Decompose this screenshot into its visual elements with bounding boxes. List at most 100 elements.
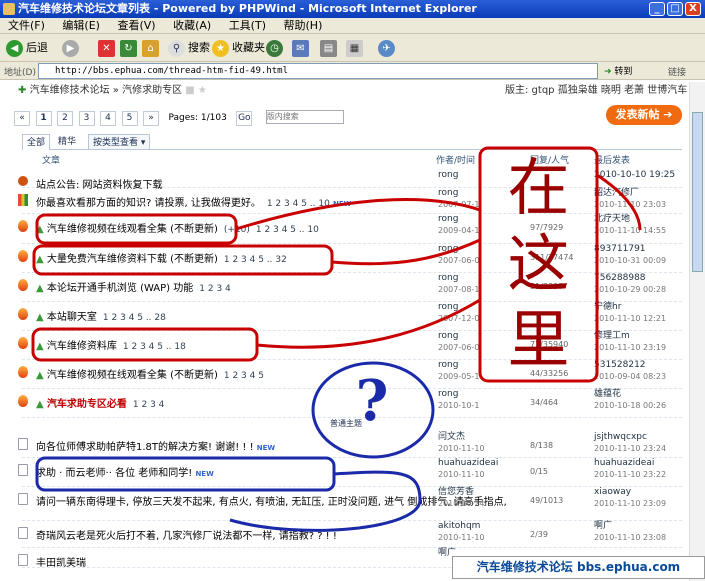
print-button[interactable]: ▤ — [320, 38, 340, 58]
ie-icon — [3, 3, 15, 15]
thread-title-link[interactable]: ▲ 大量免费汽车维修资料下载 (不断更新) 1 2 3 4 5 .. 32 — [36, 250, 287, 265]
edit-icon: ▦ — [346, 39, 363, 57]
thread-pages[interactable]: 1 2 3 4 5 .. 10 — [267, 199, 330, 209]
pager-go-button[interactable]: Go — [236, 111, 253, 126]
menu-help[interactable]: 帮助(H) — [284, 18, 323, 34]
history-button[interactable]: ◷ — [266, 38, 286, 58]
links-button[interactable]: 链接 — [668, 65, 686, 78]
thread-last-post: 雄蕴花 2010-10-18 00:26 — [594, 389, 667, 410]
thread-title-link[interactable]: 奇瑞风云老是死火后打不着, 几家汽修厂说法都不一样, 请指教? ? ! ! — [36, 527, 337, 542]
thread-last-post: huahuazideai 2010-11-10 23:22 — [594, 458, 667, 479]
tab-all[interactable]: 全部 — [22, 134, 51, 150]
topic-icon — [18, 438, 28, 450]
thread-title-link[interactable]: ▲ 汽车求助专区必看 1 2 3 4 — [36, 395, 164, 410]
thread-title-link[interactable]: ▲ 汽车维修视频在线观看全集 (不断更新) (+10) 1 2 3 4 5 .. 1… — [36, 220, 319, 235]
menu-favorites[interactable]: 收藏(A) — [173, 18, 211, 34]
hot-flame-icon — [18, 395, 28, 407]
pager-page[interactable]: 5 — [121, 111, 138, 126]
stop-button[interactable]: ✕ — [98, 38, 118, 58]
rss-icon[interactable]: ■ — [185, 85, 194, 96]
board-search-input[interactable] — [265, 109, 344, 124]
thread-title-link[interactable]: 求助 · 而云老师·· 各位 老师和同学! NEW — [36, 464, 214, 479]
pager-page[interactable]: 3 — [78, 111, 95, 126]
hot-flame-icon — [18, 366, 28, 378]
breadcrumb-board[interactable]: 汽修求助专区 — [122, 85, 182, 96]
thread-pages[interactable]: 1 2 3 4 5 .. 32 — [224, 255, 287, 265]
thread-author: rong 2009-04-1 — [438, 214, 480, 235]
header-author: 作者/时间 — [436, 156, 476, 166]
pinned-arrow-icon: ▲ — [36, 224, 44, 235]
topic-icon — [18, 554, 28, 566]
close-button[interactable]: X — [685, 2, 701, 16]
tab-digest[interactable]: 精华 — [54, 134, 80, 150]
new-post-button[interactable]: 发表新帖 ➔ — [606, 105, 682, 125]
thread-pages[interactable]: 1 2 3 4 5 .. 18 — [123, 342, 186, 352]
thread-replies: 2/39 — [530, 530, 548, 539]
pager-page[interactable]: 1 — [35, 111, 52, 126]
thread-pages[interactable]: 1 2 3 4 — [133, 400, 165, 410]
refresh-button[interactable]: ↻ — [120, 38, 140, 58]
thread-title-link[interactable]: ▲ 汽车维修资料库 1 2 3 4 5 .. 18 — [36, 337, 186, 352]
history-icon: ◷ — [266, 39, 283, 57]
home-button[interactable]: ⌂ — [142, 38, 162, 58]
thread-author: rong — [438, 170, 459, 180]
thread-row: 向各位师傅求助帕萨特1.8T的解决方案! 谢谢! ! ! NEW 闫文杰 2010-… — [18, 432, 682, 458]
maximize-button[interactable]: □ — [667, 2, 683, 16]
refresh-icon: ↻ — [120, 39, 137, 57]
thread-last-post: 893711791 2010-10-31 00:09 — [594, 244, 667, 265]
thread-title-link[interactable]: 请问一辆东南得理卡, 停放三天发不起来, 有点火, 有喷油, 无缸压, 正时没问… — [36, 493, 507, 508]
filter-tabs: 全部 精华 按类型查看 ▾ — [22, 134, 682, 150]
breadcrumb-forum[interactable]: 汽车维修技术论坛 — [30, 85, 110, 96]
thread-title-link[interactable]: ▲ 本论坛开通手机浏览 (WAP) 功能 1 2 3 4 — [36, 279, 231, 294]
thread-row: 奇瑞风云老是死火后打不着, 几家汽修厂说法都不一样, 请指教? ? ! ! aki… — [18, 521, 682, 548]
messenger-button[interactable]: ✈ — [378, 38, 398, 58]
thread-pages[interactable]: 1 2 3 4 5 — [224, 371, 264, 381]
thread-title-link[interactable]: 你最喜欢看那方面的知识? 请投票, 让我做得更好。 1 2 3 4 5 .. 10… — [36, 194, 351, 209]
pager-prev[interactable]: « — [14, 111, 30, 126]
search-button[interactable]: ⚲ 搜索 — [168, 38, 210, 58]
menu-file[interactable]: 文件(F) — [8, 18, 45, 34]
address-bar: 地址(D) http://bbs.ephua.com/thread-htm-fi… — [0, 62, 705, 80]
thread-author: rong 2007-06-0 — [438, 244, 480, 265]
thread-author: rong 2010-10-1 — [438, 389, 480, 410]
menu-view[interactable]: 查看(V) — [117, 18, 155, 34]
pager-page[interactable]: 4 — [100, 111, 116, 126]
header-last[interactable]: 最后发表 — [594, 153, 630, 166]
moderators: 版主: gtqp 孤独枭雄 晓明 老萧 世博汽车 — [505, 85, 688, 96]
thread-title-link[interactable]: ▲ 汽车维修视频在线观看全集 (不断更新) 1 2 3 4 5 — [36, 366, 264, 381]
new-badge: NEW — [195, 470, 214, 478]
menu-edit[interactable]: 编辑(E) — [62, 18, 100, 34]
minimize-button[interactable]: _ — [649, 2, 665, 16]
thread-pages[interactable]: 1 2 3 4 5 .. 28 — [103, 313, 166, 323]
thread-replies: 49/1013 — [530, 496, 564, 505]
thread-pages[interactable]: 1 2 3 4 — [199, 284, 231, 294]
window-title: 汽车维修技术论坛文章列表 - Powered by PHPWind - Micr… — [18, 2, 477, 15]
menubar: 文件(F) 编辑(E) 查看(V) 收藏(A) 工具(T) 帮助(H) — [0, 18, 705, 34]
pager-page[interactable]: 2 — [57, 111, 73, 126]
tab-by-type[interactable]: 按类型查看 ▾ — [88, 134, 151, 150]
thread-last-post: 756288988 2010-10-29 00:28 — [594, 273, 667, 294]
thread-author: rong 2007-08-1 — [438, 273, 480, 294]
mail-button[interactable]: ✉ — [292, 38, 312, 58]
back-button[interactable]: ◀ 后退 — [6, 38, 48, 58]
thread-title-link[interactable]: ▲ 本站聊天室 1 2 3 4 5 .. 28 — [36, 308, 166, 323]
favorite-star-icon[interactable]: ★ — [198, 85, 207, 96]
scrollbar-thumb[interactable] — [692, 112, 703, 272]
go-button[interactable]: ➜ 转到 — [604, 64, 632, 77]
thread-pages[interactable]: 1 2 3 4 5 .. 10 — [256, 225, 319, 235]
scrollbar[interactable] — [689, 82, 705, 581]
forward-button[interactable]: ▶ — [62, 38, 82, 58]
thread-author: 闫文杰 2010-11-10 — [438, 432, 485, 453]
edit-button[interactable]: ▦ — [346, 38, 366, 58]
annotation-char: 在 — [507, 151, 570, 224]
stop-icon: ✕ — [98, 39, 115, 57]
thread-row: 请问一辆东南得理卡, 停放三天发不起来, 有点火, 有喷油, 无缸压, 正时没问… — [18, 487, 682, 521]
menu-tools[interactable]: 工具(T) — [229, 18, 266, 34]
thread-last-post: 修理工m 2010-11-10 23:19 — [594, 331, 667, 352]
address-input[interactable]: http://bbs.ephua.com/thread-htm-fid-49.h… — [38, 63, 598, 79]
thread-last-post: xiaoway 2010-11-10 23:09 — [594, 487, 667, 508]
pager-next[interactable]: » — [143, 111, 159, 126]
favorites-button[interactable]: ★ 收藏夹 — [212, 38, 265, 58]
thread-title-link[interactable]: 丰田凯美瑞 — [36, 554, 86, 569]
thread-title-link[interactable]: 向各位师傅求助帕萨特1.8T的解决方案! 谢谢! ! ! NEW — [36, 438, 275, 453]
